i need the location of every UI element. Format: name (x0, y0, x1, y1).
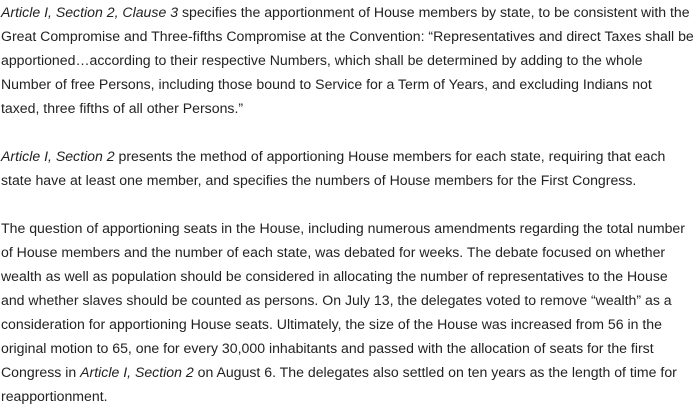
paragraph-apportionment-debate: The question of apportioning seats in th… (1, 216, 694, 408)
paragraph-text: The question of apportioning seats in th… (1, 220, 685, 380)
paragraph-text: specifies the apportionment of House mem… (1, 4, 694, 116)
paragraph-apportionment-clause: Article I, Section 2, Clause 3 specifies… (1, 0, 694, 120)
citation-article-1-section-2: Article I, Section 2 (80, 364, 194, 380)
article-body: Article I, Section 2, Clause 3 specifies… (0, 0, 694, 408)
citation-article-1-section-2-clause-3: Article I, Section 2, Clause 3 (1, 4, 179, 20)
paragraph-house-method: Article I, Section 2 presents the method… (1, 144, 694, 192)
citation-article-1-section-2: Article I, Section 2 (1, 148, 115, 164)
